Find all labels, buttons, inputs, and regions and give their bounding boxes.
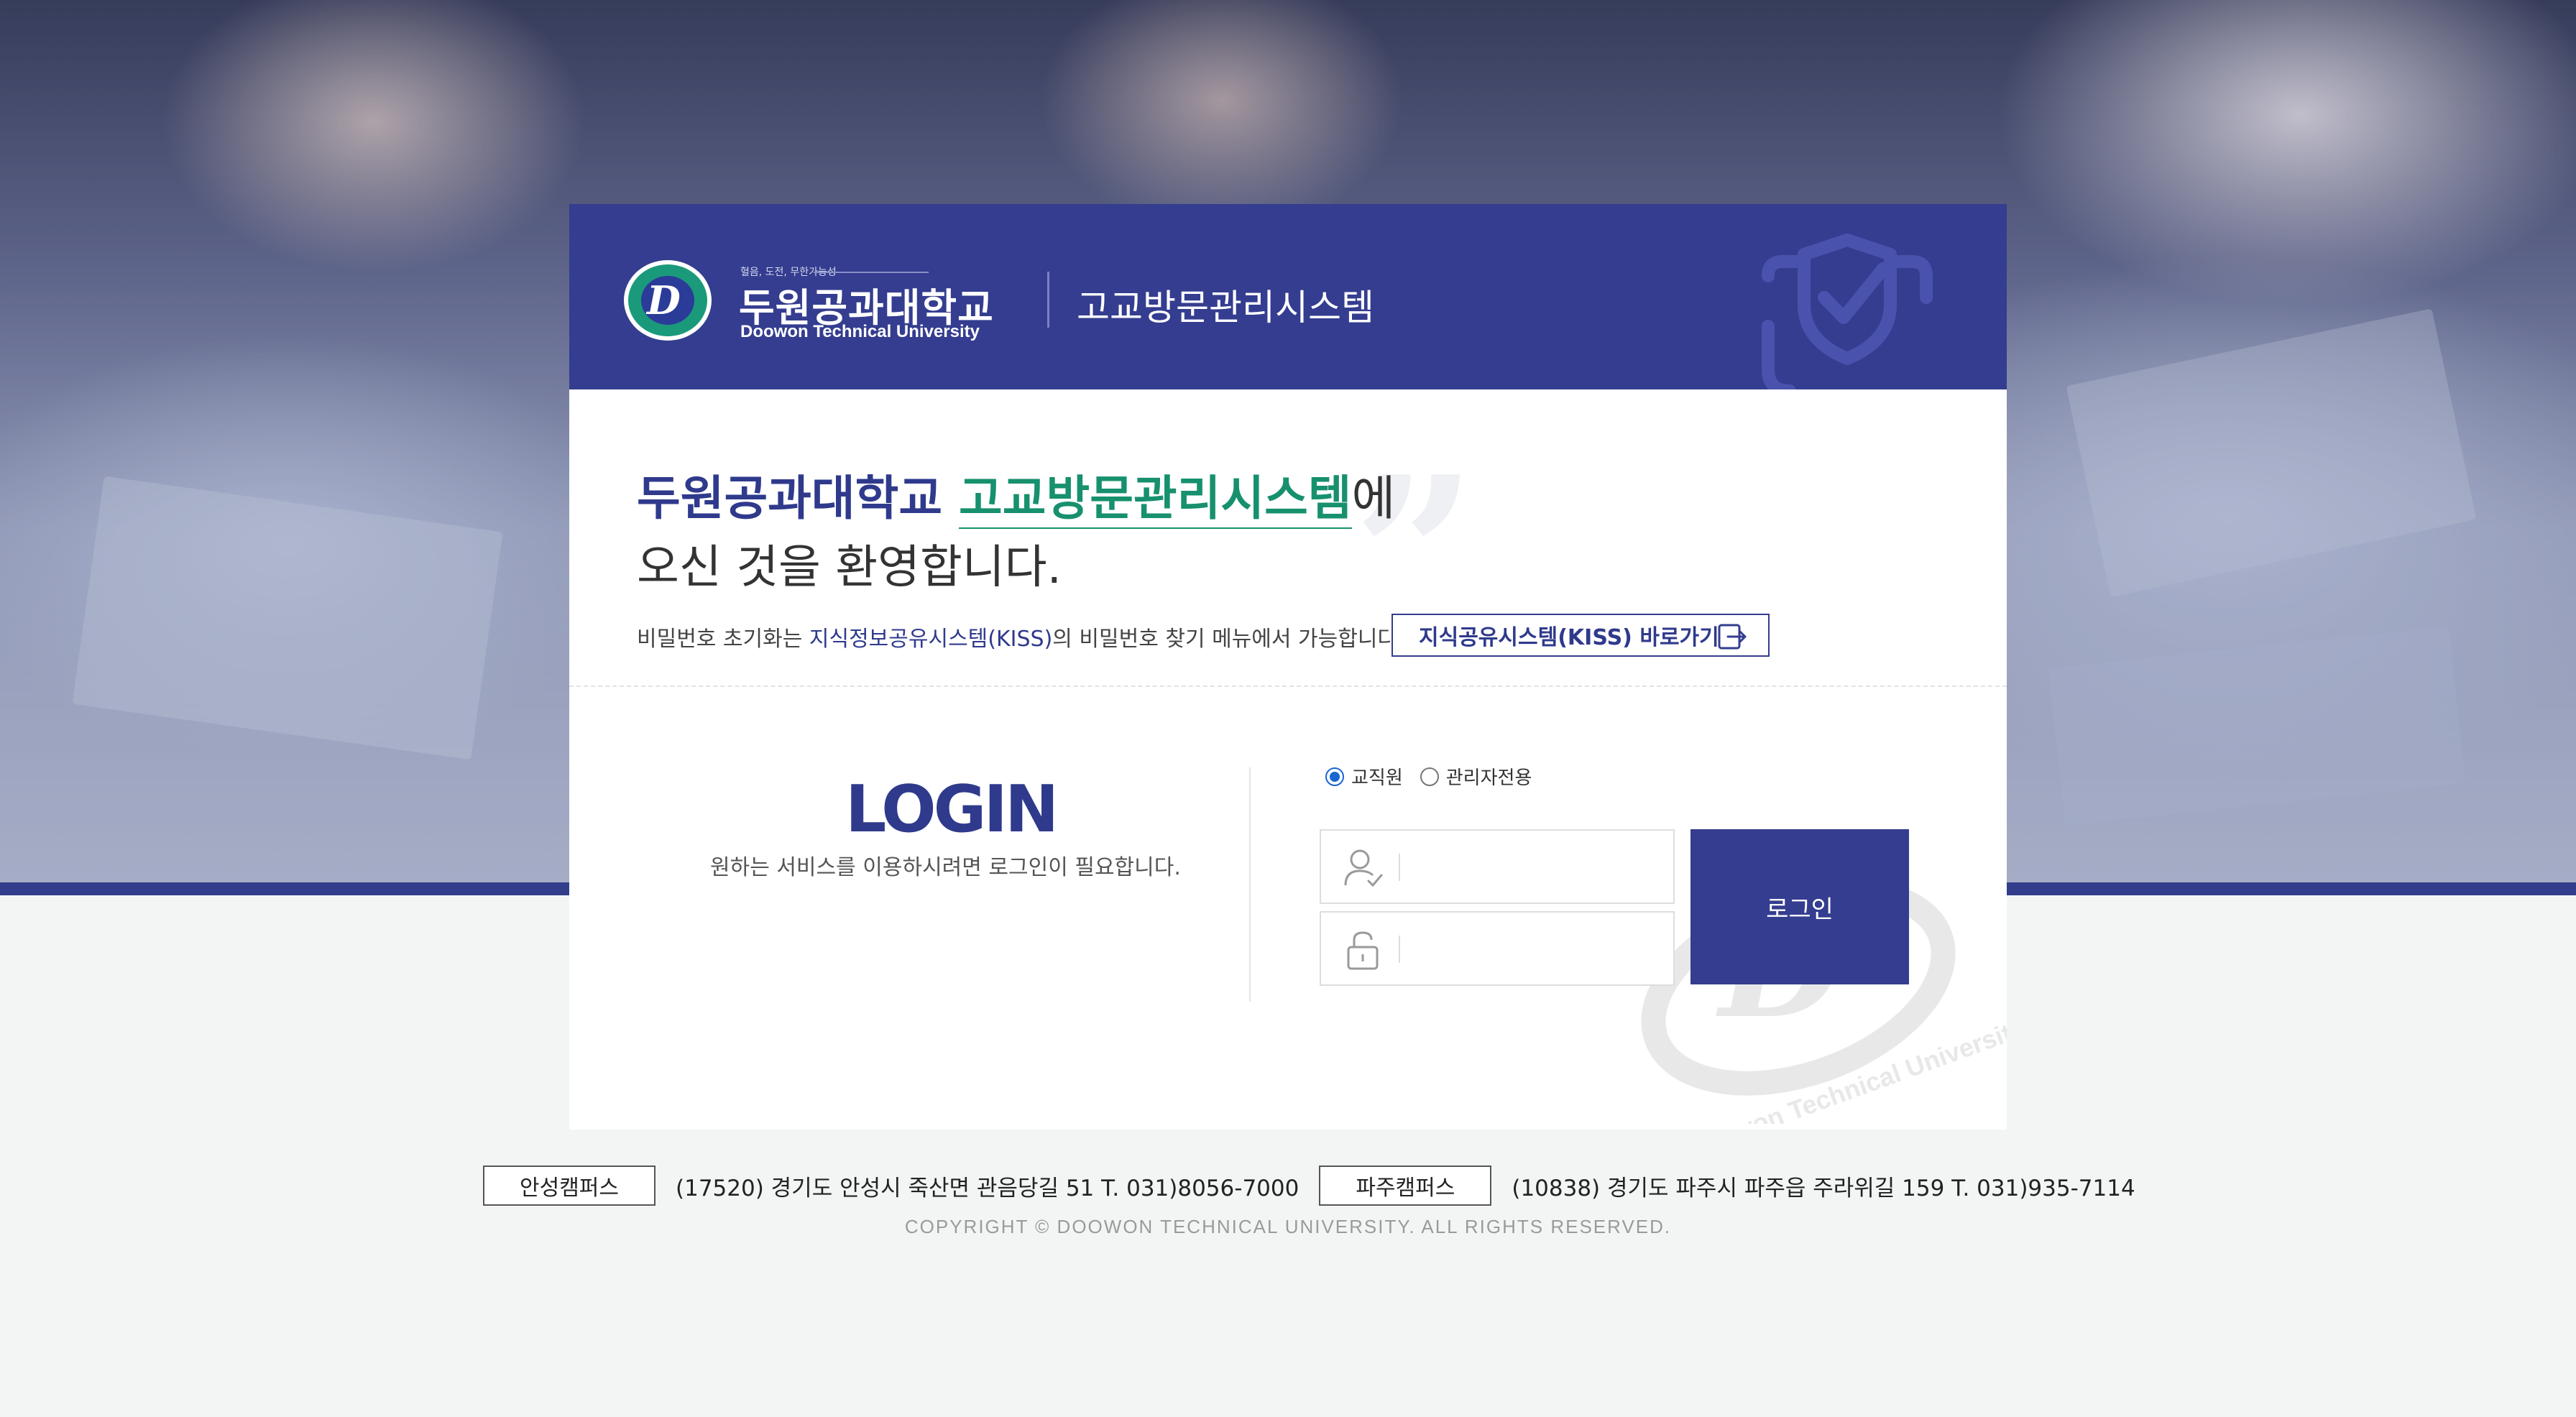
radio-staff-label: 교직원 [1351, 767, 1403, 789]
welcome-subheading: 오신 것을 환영합니다. [637, 541, 1062, 594]
login-panel: D 혈음, 도전, 무한가능성 두원공과대학교 Doowon Technical… [569, 204, 2007, 1130]
account-type-radios: 교직원 관리자전용 [1325, 763, 1542, 790]
logo-slogan-line [814, 272, 929, 273]
password-notice: 비밀번호 초기화는 지식정보공유시스템(KISS)의 비밀번호 찾기 메뉴에서 … [637, 621, 1404, 652]
campus2-badge: 파주캠퍼스 [1319, 1166, 1492, 1206]
radio-staff[interactable] [1325, 767, 1344, 786]
kiss-shortcut-button[interactable]: 지식공유시스템(KISS) 바로가기 [1392, 614, 1770, 657]
login-title: LOGIN [845, 772, 1059, 847]
password-input[interactable] [1410, 927, 1662, 971]
notice-prefix: 비밀번호 초기화는 [637, 627, 809, 652]
welcome-system: 고교방문관리시스템 [959, 471, 1352, 529]
user-icon [1344, 849, 1383, 887]
kiss-button-label: 지식공유시스템(KISS) 바로가기 [1419, 625, 1719, 650]
radio-admin[interactable] [1420, 767, 1439, 786]
campus1-address: (17520) 경기도 안성시 죽산면 관음당길 51 T. 031)8056-… [676, 1175, 1300, 1201]
exit-icon [1718, 624, 1747, 650]
user-id-input[interactable] [1410, 845, 1662, 890]
user-id-field [1320, 829, 1675, 904]
password-field [1320, 911, 1675, 986]
system-name: 고교방문관리시스템 [1077, 287, 1374, 328]
shield-check-icon [1762, 234, 1933, 389]
university-logo: D [624, 260, 712, 341]
field-separator [1399, 854, 1400, 881]
copyright: COPYRIGHT © DOOWON TECHNICAL UNIVERSITY.… [904, 1216, 1672, 1237]
lock-icon [1347, 931, 1379, 970]
radio-admin-label: 관리자전용 [1445, 767, 1532, 789]
notice-kiss-text: 지식정보공유시스템(KISS) [809, 627, 1053, 652]
welcome-university: 두원공과대학교 [637, 471, 943, 526]
campus2-address: (10838) 경기도 파주시 파주읍 주라위길 159 T. 031)935-… [1512, 1175, 2135, 1201]
notice-suffix: 의 비밀번호 찾기 메뉴에서 가능합니다. [1052, 627, 1404, 652]
login-subtitle: 원하는 서비스를 이용하시려면 로그인이 필요합니다. [710, 855, 1181, 880]
header-divider [1047, 272, 1049, 328]
campus1-badge: 안성캠퍼스 [483, 1166, 656, 1206]
section-divider [569, 686, 2007, 687]
panel-header: D 혈음, 도전, 무한가능성 두원공과대학교 Doowon Technical… [569, 204, 2007, 389]
login-button[interactable]: 로그인 [1690, 829, 1909, 984]
login-vertical-divider [1249, 767, 1251, 1002]
footer-campus-info: 안성캠퍼스 (17520) 경기도 안성시 죽산면 관음당길 51 T. 031… [483, 1166, 2156, 1206]
university-name-eng: Doowon Technical University [740, 322, 980, 341]
field-separator [1399, 936, 1400, 963]
welcome-suffix: 에 [1351, 471, 1396, 526]
welcome-heading: 두원공과대학교 고교방문관리시스템에 [637, 460, 1395, 529]
